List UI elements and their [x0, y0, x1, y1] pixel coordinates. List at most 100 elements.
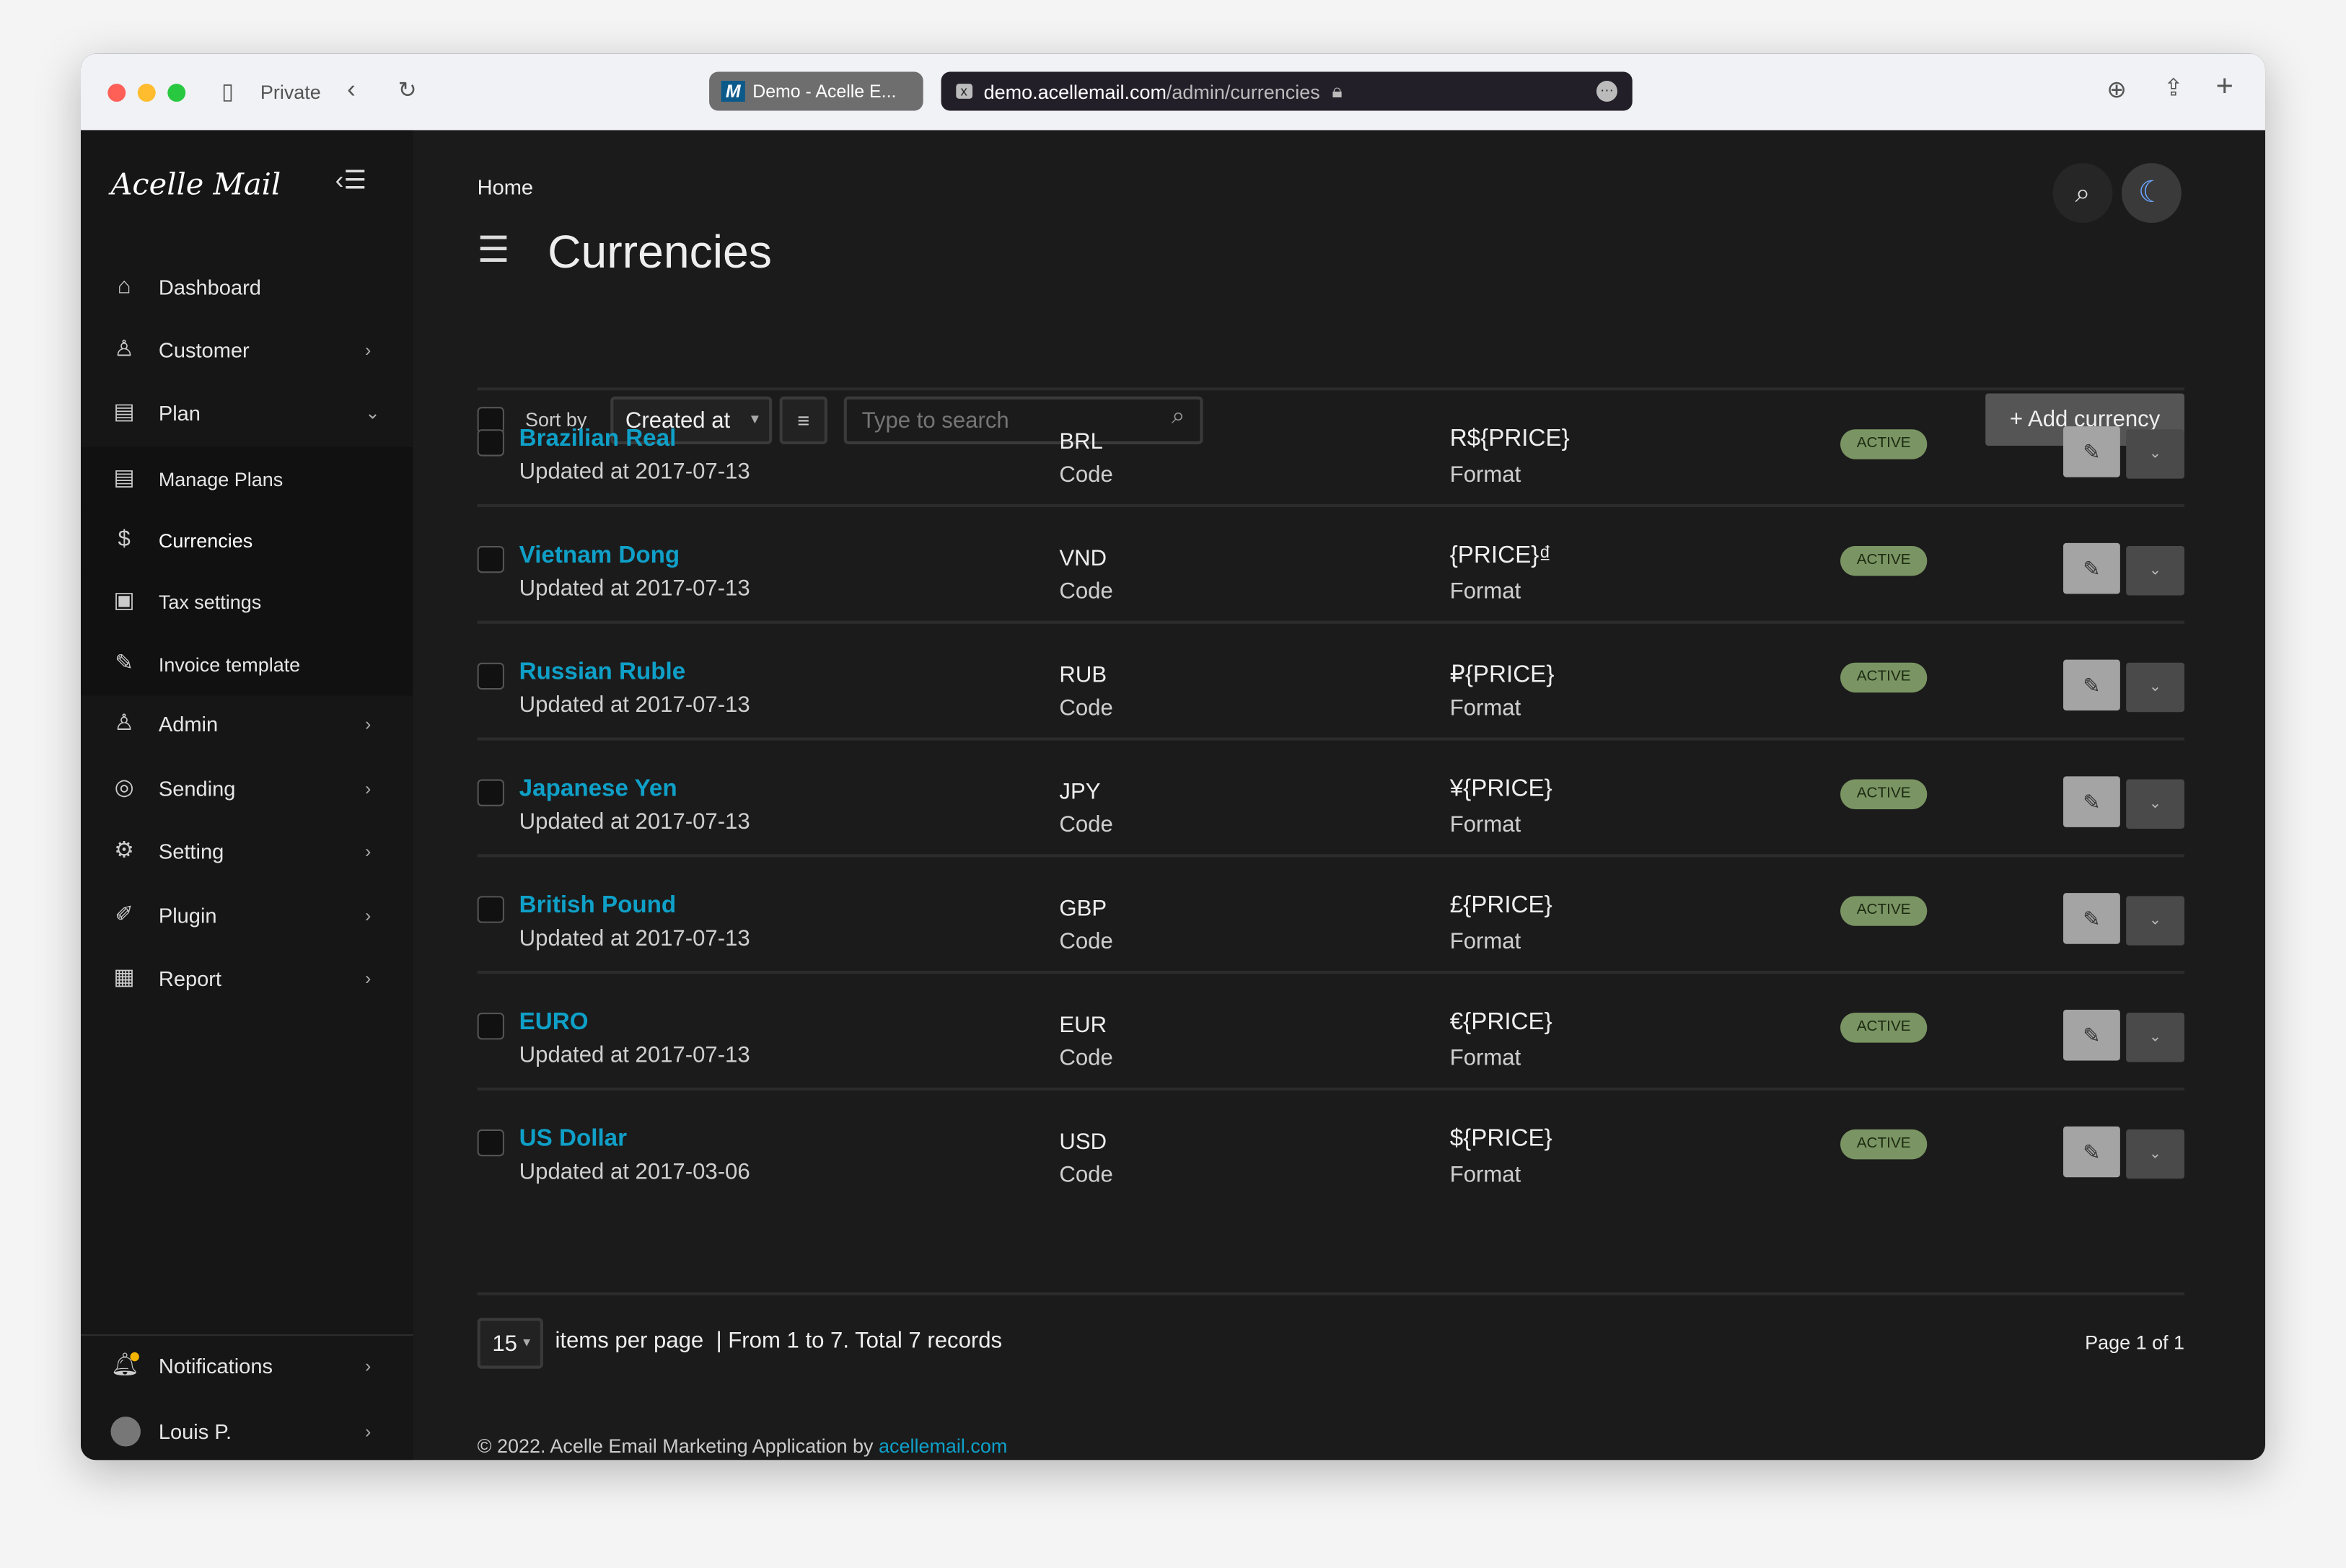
currency-code: VND	[1059, 546, 1107, 572]
list-icon: ☰	[477, 230, 510, 271]
sidebar-item-invoice-template[interactable]: ✎ Invoice template	[80, 633, 413, 696]
plugin-icon: ✐	[115, 902, 134, 928]
row-checkbox[interactable]	[477, 662, 504, 690]
currency-code: BRL	[1059, 429, 1103, 455]
format-label: Format	[1449, 462, 1521, 488]
row-actions-dropdown[interactable]: ⌄	[2126, 662, 2185, 713]
row-actions-dropdown[interactable]: ⌄	[2126, 779, 2185, 829]
status-badge: ACTIVE	[1840, 546, 1928, 576]
edit-button[interactable]: ✎	[2063, 659, 2120, 711]
code-label: Code	[1059, 695, 1113, 721]
invoice-icon: ✎	[115, 651, 134, 677]
row-actions-dropdown[interactable]: ⌄	[2126, 1013, 2185, 1062]
currency-format: ₽{PRICE}	[1449, 662, 1555, 689]
minimize-window-button[interactable]	[137, 84, 156, 102]
gear-icon: ⚙	[114, 837, 135, 863]
edit-button[interactable]: ✎	[2063, 1126, 2120, 1178]
currency-name-link[interactable]: Vietnam Dong	[519, 543, 680, 570]
row-actions-dropdown[interactable]: ⌄	[2126, 546, 2185, 596]
edit-button[interactable]: ✎	[2063, 426, 2120, 477]
currency-name-link[interactable]: US Dollar	[519, 1127, 627, 1153]
updated-at: Updated at 2017-07-13	[519, 1042, 750, 1068]
reload-icon[interactable]: ↻	[398, 76, 417, 103]
edit-button[interactable]: ✎	[2063, 776, 2120, 827]
search-icon[interactable]: ⌕	[2052, 163, 2113, 224]
updated-at: Updated at 2017-03-06	[519, 1159, 750, 1185]
sidebar-toggle-icon[interactable]: ▯	[221, 78, 234, 105]
currency-code: EUR	[1059, 1013, 1107, 1039]
format-label: Format	[1449, 578, 1521, 604]
sidebar-item-admin[interactable]: ♙ Admin ›	[81, 692, 413, 755]
new-tab-icon[interactable]: +	[2216, 70, 2233, 105]
edit-button[interactable]: ✎	[2063, 893, 2120, 944]
sidebar-item-currencies[interactable]: $ Currencies	[80, 508, 413, 572]
row-actions-dropdown[interactable]: ⌄	[2126, 429, 2185, 479]
status-badge: ACTIVE	[1840, 896, 1928, 926]
table-row: British Pound Updated at 2017-07-13 GBP …	[477, 854, 2185, 971]
edit-button[interactable]: ✎	[2063, 1009, 2120, 1061]
row-checkbox[interactable]	[477, 779, 504, 806]
edit-button[interactable]: ✎	[2063, 542, 2120, 594]
row-checkbox[interactable]	[477, 896, 504, 923]
sidebar-item-manage-plans[interactable]: ▤ Manage Plans	[80, 447, 413, 511]
tax-icon: ▣	[113, 588, 135, 614]
table-row: US Dollar Updated at 2017-03-06 USD Code…	[477, 1087, 2185, 1204]
sidebar-item-dashboard[interactable]: ⌂ Dashboard	[81, 256, 413, 319]
sidebar-item-customer[interactable]: ♙ Customer ›	[81, 319, 413, 382]
sidebar-item-tax-settings[interactable]: ▣ Tax settings	[80, 570, 413, 633]
chevron-icon: ›	[365, 967, 372, 989]
close-window-button[interactable]	[107, 84, 126, 102]
updated-at: Updated at 2017-07-13	[519, 692, 750, 718]
format-label: Format	[1449, 1162, 1521, 1188]
back-icon[interactable]: ‹	[347, 75, 356, 105]
table-row: Vietnam Dong Updated at 2017-07-13 VND C…	[477, 503, 2185, 621]
sidebar-item-notifications[interactable]: 🔔︎ Notifications ›	[81, 1334, 413, 1397]
currency-name-link[interactable]: EURO	[519, 1010, 589, 1036]
share-icon[interactable]: ⇪	[2163, 74, 2184, 103]
currency-name-link[interactable]: British Pound	[519, 893, 677, 920]
row-checkbox[interactable]	[477, 1129, 504, 1157]
close-tab-icon[interactable]: x	[956, 84, 972, 99]
format-label: Format	[1449, 695, 1521, 721]
chevron-icon: ›	[365, 339, 372, 361]
row-actions-dropdown[interactable]: ⌄	[2126, 896, 2185, 946]
status-badge: ACTIVE	[1840, 779, 1928, 810]
currency-name-link[interactable]: Japanese Yen	[519, 776, 677, 803]
currency-format: ¥{PRICE}	[1449, 776, 1552, 802]
table-row: EURO Updated at 2017-07-13 EUR Code €{PR…	[477, 971, 2185, 1088]
currency-name-link[interactable]: Russian Ruble	[519, 660, 686, 687]
dark-mode-toggle[interactable]: ☾	[2121, 163, 2182, 224]
breadcrumb[interactable]: Home	[478, 175, 533, 199]
maximize-window-button[interactable]	[167, 84, 186, 102]
format-label: Format	[1449, 928, 1521, 955]
lock-icon: 🔒︎	[1332, 79, 1343, 102]
sidebar-item-setting[interactable]: ⚙ Setting ›	[81, 820, 413, 883]
currency-format: €{PRICE}	[1449, 1009, 1552, 1036]
avatar	[110, 1417, 141, 1447]
row-checkbox[interactable]	[477, 429, 504, 457]
browser-tab[interactable]: M Demo - Acelle E...	[709, 71, 923, 111]
sidebar-item-user[interactable]: Louis P. ›	[81, 1400, 413, 1460]
more-icon[interactable]: ···	[1596, 80, 1617, 102]
row-checkbox[interactable]	[477, 1013, 504, 1040]
admin-icon: ♙	[114, 710, 135, 736]
address-bar[interactable]: x demo.acellemail.com/admin/currencies 🔒︎ ·…	[941, 71, 1633, 111]
sidebar-item-sending[interactable]: ◎ Sending ›	[81, 757, 413, 819]
sidebar-item-plugin[interactable]: ✐ Plugin ›	[81, 884, 413, 947]
row-checkbox[interactable]	[477, 546, 504, 573]
sidebar-item-plan[interactable]: ▤ Plan ⌄	[81, 382, 413, 444]
user-icon: ♙	[114, 336, 135, 362]
sidebar-item-report[interactable]: ▦ Report ›	[81, 947, 413, 1010]
chevron-icon: ⌄	[365, 402, 380, 423]
logo: Acelle Mail	[110, 166, 281, 202]
row-actions-dropdown[interactable]: ⌄	[2126, 1129, 2185, 1179]
chevron-icon: ›	[365, 840, 372, 862]
collapse-menu-icon[interactable]: ‹☰	[335, 166, 366, 195]
footer-link[interactable]: acellemail.com	[879, 1435, 1007, 1457]
updated-at: Updated at 2017-07-13	[519, 576, 750, 602]
chevron-icon: ›	[365, 778, 372, 799]
download-icon[interactable]: ⊕	[2106, 75, 2127, 105]
chevron-right-icon: ›	[365, 1355, 372, 1377]
per-page-select[interactable]: 15 ▼	[477, 1318, 543, 1369]
currency-name-link[interactable]: Brazilian Real	[519, 426, 677, 453]
